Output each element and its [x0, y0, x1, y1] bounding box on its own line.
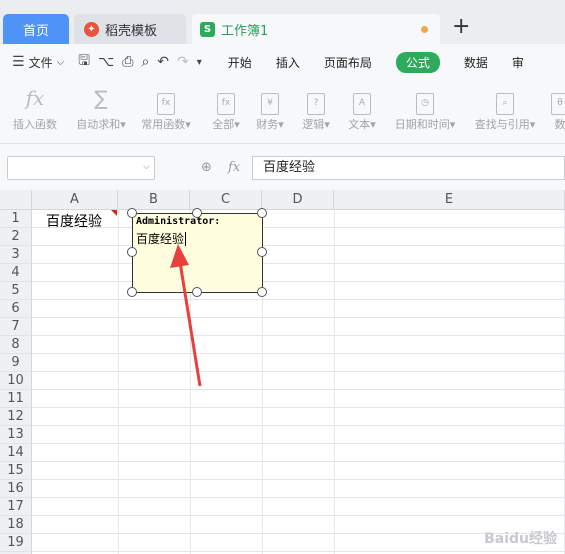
annotation-arrow-icon: [170, 244, 202, 387]
app-window: { "tabs": { "home": "首页", "docer": "稻壳模板…: [0, 0, 565, 554]
watermark-logo: Baidu经验: [484, 531, 557, 547]
